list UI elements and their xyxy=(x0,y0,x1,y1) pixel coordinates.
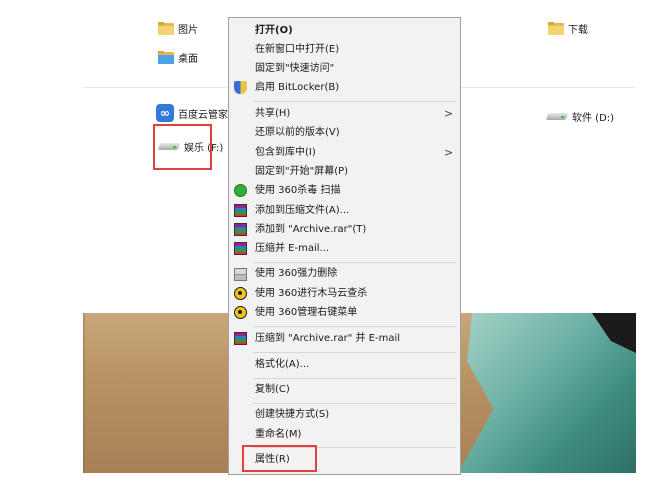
menu-separator xyxy=(253,101,456,102)
360-icon xyxy=(234,306,247,319)
menu-item-create-shortcut[interactable]: 创建快捷方式(S) xyxy=(229,405,460,425)
360-antivirus-icon xyxy=(234,184,247,197)
winrar-icon xyxy=(234,332,247,345)
winrar-icon xyxy=(234,204,247,217)
menu-item-rename[interactable]: 重命名(M) xyxy=(229,425,460,445)
menu-item-label: 重命名(M) xyxy=(255,429,302,440)
drive-icon xyxy=(545,110,569,122)
folder-pictures[interactable]: 图片 xyxy=(158,18,198,38)
menu-item-open-label: 打开(O) xyxy=(255,25,293,36)
uac-shield-icon xyxy=(234,81,247,94)
context-menu: 打开(O) 在新窗口中打开(E) 固定到"快速访问" 启用 BitLocker(… xyxy=(228,17,461,475)
menu-item-label: 使用 360管理右键菜单 xyxy=(255,307,358,318)
menu-item-add-archive-rar[interactable]: 添加到 "Archive.rar"(T) xyxy=(229,220,460,240)
menu-item-open[interactable]: 打开(O) xyxy=(229,21,460,41)
menu-item-label: 使用 360进行木马云查杀 xyxy=(255,288,368,299)
menu-item-label: 固定到"开始"屏幕(P) xyxy=(255,166,349,177)
winrar-icon xyxy=(234,223,247,236)
menu-item-format[interactable]: 格式化(A)... xyxy=(229,355,460,375)
winrar-icon xyxy=(234,242,247,255)
properties-highlight xyxy=(242,445,317,472)
menu-item-label: 添加到 "Archive.rar"(T) xyxy=(255,224,367,235)
menu-item-label: 包含到库中(I) xyxy=(255,147,316,158)
folder-downloads-label: 下载 xyxy=(568,24,588,36)
menu-item-include-library[interactable]: 包含到库中(I) > xyxy=(229,143,460,163)
menu-item-copy[interactable]: 复制(C) xyxy=(229,380,460,400)
folder-icon xyxy=(158,50,174,64)
chevron-right-icon: > xyxy=(444,107,454,120)
menu-item-label: 启用 BitLocker(B) xyxy=(255,82,340,93)
menu-item-360-scan[interactable]: 使用 360杀毒 扫描 xyxy=(229,181,460,201)
menu-item-compress-rar-email[interactable]: 压缩到 "Archive.rar" 并 E-mail xyxy=(229,329,460,349)
menu-item-label: 使用 360强力删除 xyxy=(255,268,338,279)
menu-item-label: 创建快捷方式(S) xyxy=(255,409,330,420)
drive-d-label: 软件 (D:) xyxy=(572,112,615,124)
shredder-icon xyxy=(234,268,247,281)
menu-item-bitlocker[interactable]: 启用 BitLocker(B) xyxy=(229,78,460,98)
menu-item-restore-previous[interactable]: 还原以前的版本(V) xyxy=(229,123,460,143)
menu-item-360-manage-menu[interactable]: 使用 360管理右键菜单 xyxy=(229,303,460,323)
menu-item-pin-start[interactable]: 固定到"开始"屏幕(P) xyxy=(229,162,460,182)
menu-item-label: 固定到"快速访问" xyxy=(255,63,335,74)
menu-item-label: 使用 360杀毒 扫描 xyxy=(255,185,341,196)
menu-item-pin-quick-access[interactable]: 固定到"快速访问" xyxy=(229,59,460,79)
menu-separator xyxy=(253,326,456,327)
chevron-right-icon: > xyxy=(444,146,454,159)
menu-item-label: 复制(C) xyxy=(255,384,290,395)
menu-item-label: 添加到压缩文件(A)... xyxy=(255,205,350,216)
folder-desktop[interactable]: 桌面 xyxy=(158,47,198,67)
baidu-cloud-icon: ∞ xyxy=(156,104,174,122)
menu-item-add-archive[interactable]: 添加到压缩文件(A)... xyxy=(229,201,460,221)
menu-item-label: 在新窗口中打开(E) xyxy=(255,44,340,55)
menu-separator xyxy=(253,378,456,379)
menu-separator xyxy=(253,352,456,353)
folder-pictures-label: 图片 xyxy=(178,24,198,36)
menu-separator xyxy=(253,403,456,404)
menu-item-label: 压缩到 "Archive.rar" 并 E-mail xyxy=(255,333,401,344)
menu-item-compress-email[interactable]: 压缩并 E-mail... xyxy=(229,239,460,259)
menu-item-label: 格式化(A)... xyxy=(255,359,310,370)
baidu-cloud-item[interactable]: ∞ 百度云管家 xyxy=(156,103,228,123)
menu-item-open-new-window[interactable]: 在新窗口中打开(E) xyxy=(229,40,460,60)
menu-item-label: 共享(H) xyxy=(255,108,291,119)
menu-separator xyxy=(253,262,456,263)
menu-item-share[interactable]: 共享(H) > xyxy=(229,104,460,124)
menu-item-label: 压缩并 E-mail... xyxy=(255,243,330,254)
folder-icon xyxy=(548,21,564,35)
menu-item-360-trojan-scan[interactable]: 使用 360进行木马云查杀 xyxy=(229,284,460,304)
folder-downloads[interactable]: 下载 xyxy=(548,18,588,38)
drive-f-highlight xyxy=(153,124,212,170)
drive-d[interactable]: 软件 (D:) xyxy=(545,106,615,126)
folder-icon xyxy=(158,21,174,35)
360-icon xyxy=(234,287,247,300)
menu-item-360-force-delete[interactable]: 使用 360强力删除 xyxy=(229,264,460,284)
baidu-cloud-label: 百度云管家 xyxy=(178,109,228,121)
menu-item-label: 还原以前的版本(V) xyxy=(255,127,340,138)
folder-desktop-label: 桌面 xyxy=(178,53,198,65)
